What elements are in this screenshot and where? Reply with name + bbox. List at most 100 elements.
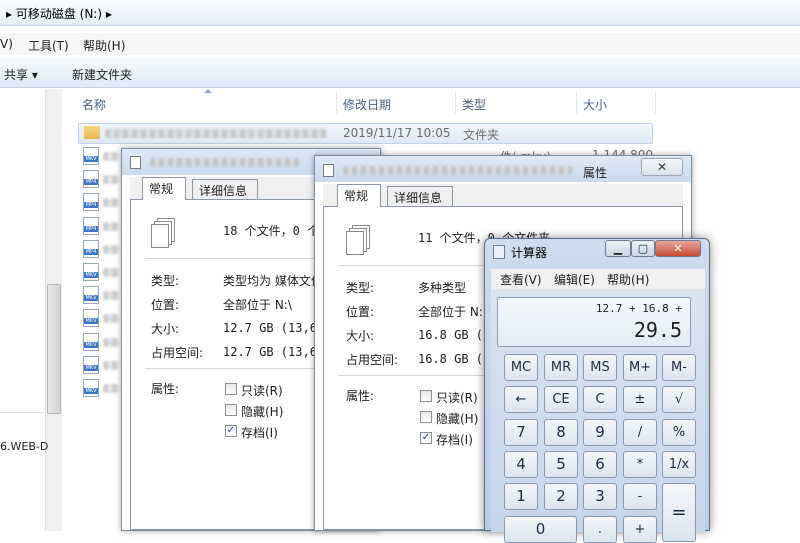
- file-type-label: MKV: [84, 272, 98, 278]
- tab-details[interactable]: 详细信息: [387, 186, 453, 206]
- digit-0-button[interactable]: 0: [504, 516, 577, 543]
- menu-help[interactable]: 帮助(H): [607, 271, 649, 288]
- col-name[interactable]: 名称: [82, 96, 106, 113]
- file-type-label: MKV: [84, 295, 98, 301]
- digit-7-button[interactable]: 7: [504, 419, 538, 446]
- label-size-on-disk: 占用空间:: [346, 353, 399, 367]
- archive-label[interactable]: 存档(I): [241, 424, 278, 441]
- negate-button[interactable]: ±: [623, 386, 657, 413]
- digit-2-button[interactable]: 2: [544, 483, 578, 510]
- blurred-filename: [103, 268, 119, 277]
- result: 29.5: [633, 318, 682, 342]
- column-divider[interactable]: [455, 92, 456, 114]
- command-bar: 共享 ▾ 新建文件夹: [0, 58, 800, 88]
- label-size: 大小:: [346, 329, 375, 343]
- row-date: 2019/11/17 10:05: [343, 126, 451, 140]
- video-file-icon: MP4: [83, 217, 99, 235]
- memory-add-button[interactable]: M+: [623, 354, 657, 381]
- video-file-icon: MKV: [83, 286, 99, 304]
- menu-view[interactable]: V): [0, 37, 13, 51]
- equals-button[interactable]: =: [662, 483, 696, 542]
- blurred-filename: [103, 338, 119, 347]
- file-type-label: MP4: [84, 179, 98, 185]
- scroll-thumb[interactable]: [47, 284, 61, 414]
- add-button[interactable]: +: [623, 516, 657, 543]
- col-type[interactable]: 类型: [462, 96, 486, 113]
- close-icon[interactable]: ✕: [655, 240, 701, 257]
- share-button[interactable]: 共享 ▾: [4, 66, 38, 83]
- tab-details[interactable]: 详细信息: [192, 179, 258, 199]
- column-divider[interactable]: [576, 92, 577, 114]
- nav-bottom-item[interactable]: 6.WEB-D: [0, 412, 48, 531]
- archive-label[interactable]: 存档(I): [436, 431, 473, 448]
- sqrt-button[interactable]: √: [662, 386, 696, 413]
- address-bar[interactable]: ▸ 可移动磁盘 (N:) ▸: [0, 0, 800, 26]
- digit-5-button[interactable]: 5: [544, 451, 578, 478]
- backspace-button[interactable]: ←: [504, 386, 538, 413]
- multiply-button[interactable]: *: [623, 451, 657, 478]
- digit-6-button[interactable]: 6: [583, 451, 617, 478]
- menu-help[interactable]: 帮助(H): [83, 37, 125, 54]
- digit-4-button[interactable]: 4: [504, 451, 538, 478]
- file-type-label: MKV: [84, 388, 98, 394]
- address-path[interactable]: ▸ 可移动磁盘 (N:) ▸: [6, 5, 112, 22]
- calculator-title: 计算器: [511, 246, 548, 260]
- col-size[interactable]: 大小: [583, 96, 607, 113]
- hidden-checkbox[interactable]: [420, 411, 432, 423]
- memory-subtract-button[interactable]: M-: [662, 354, 696, 381]
- divide-button[interactable]: /: [623, 419, 657, 446]
- tab-general[interactable]: 常规: [337, 184, 381, 207]
- calculator-icon: [493, 245, 505, 259]
- label-attributes: 属性:: [346, 389, 375, 403]
- readonly-label[interactable]: 只读(R): [436, 389, 478, 406]
- readonly-checkbox[interactable]: [225, 383, 237, 395]
- hidden-label[interactable]: 隐藏(H): [436, 410, 478, 427]
- new-folder-button[interactable]: 新建文件夹: [72, 66, 132, 83]
- column-divider[interactable]: [655, 92, 656, 114]
- close-icon[interactable]: ✕: [641, 158, 683, 176]
- digit-1-button[interactable]: 1: [504, 483, 538, 510]
- table-row[interactable]: 2019/11/17 10:05 文件夹: [78, 123, 653, 144]
- blurred-filename: [103, 314, 119, 323]
- decimal-button[interactable]: .: [583, 516, 617, 543]
- digit-3-button[interactable]: 3: [583, 483, 617, 510]
- video-file-icon: MP4: [83, 240, 99, 258]
- tab-general[interactable]: 常规: [142, 177, 186, 200]
- readonly-label[interactable]: 只读(R): [241, 382, 283, 399]
- archive-checkbox[interactable]: ✓: [225, 425, 237, 437]
- memory-store-button[interactable]: MS: [583, 354, 617, 381]
- video-file-icon: MP4: [83, 170, 99, 188]
- col-date[interactable]: 修改日期: [343, 96, 391, 113]
- menu-edit[interactable]: 编辑(E): [554, 271, 595, 288]
- file-type-label: MP4: [84, 202, 98, 208]
- subtract-button[interactable]: -: [623, 483, 657, 510]
- value-type: 多种类型: [418, 281, 467, 295]
- dialog2-titlebar[interactable]: 属性 ✕: [315, 156, 691, 182]
- folder-icon: [84, 126, 100, 139]
- archive-checkbox[interactable]: ✓: [420, 432, 432, 444]
- reciprocal-button[interactable]: 1/x: [662, 451, 696, 478]
- memory-recall-button[interactable]: MR: [544, 354, 578, 381]
- label-type: 类型:: [346, 281, 375, 295]
- blurred-filename: [103, 198, 119, 207]
- digit-9-button[interactable]: 9: [583, 419, 617, 446]
- files-icon: [151, 218, 175, 248]
- expression: 12.7 + 16.8 +: [595, 302, 682, 315]
- percent-button[interactable]: %: [662, 419, 696, 446]
- clear-button[interactable]: C: [583, 386, 617, 413]
- readonly-checkbox[interactable]: [420, 390, 432, 402]
- column-divider[interactable]: [336, 92, 337, 114]
- menu-tools[interactable]: 工具(T): [28, 37, 69, 54]
- minimize-icon[interactable]: ▁: [605, 240, 631, 257]
- maximize-icon[interactable]: ▢: [631, 240, 655, 257]
- label-location: 位置:: [151, 298, 180, 312]
- clear-entry-button[interactable]: CE: [544, 386, 578, 413]
- menu-view[interactable]: 查看(V): [500, 271, 542, 288]
- video-file-icon: MKV: [83, 147, 99, 165]
- hidden-checkbox[interactable]: [225, 404, 237, 416]
- hidden-label[interactable]: 隐藏(H): [241, 403, 283, 420]
- memory-clear-button[interactable]: MC: [504, 354, 538, 381]
- properties-icon: [323, 164, 334, 177]
- digit-8-button[interactable]: 8: [544, 419, 578, 446]
- nav-scrollbar[interactable]: [45, 89, 62, 531]
